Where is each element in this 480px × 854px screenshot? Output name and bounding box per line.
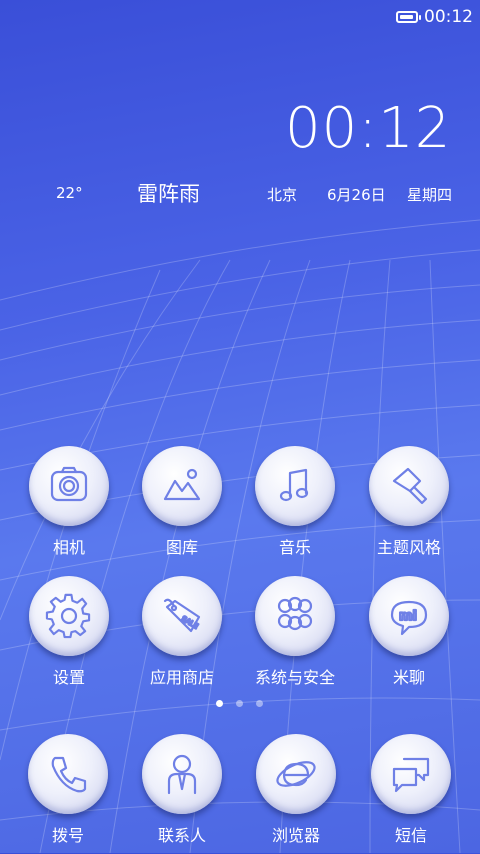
- app-store[interactable]: SALE 应用商店: [127, 576, 237, 696]
- gallery-icon: [163, 468, 201, 501]
- city: 北京: [267, 186, 298, 204]
- page-indicator[interactable]: [212, 700, 272, 708]
- app-themes[interactable]: 主题风格: [354, 446, 464, 566]
- weekday: 星期四: [407, 186, 453, 204]
- app-label: 拨号: [51, 826, 84, 845]
- status-bar: 00:12: [0, 0, 480, 36]
- system-security-folder-icon: [277, 596, 313, 631]
- camera-icon: [50, 466, 88, 502]
- app-label: 主题风格: [376, 538, 441, 557]
- app-settings[interactable]: 设置: [14, 576, 124, 696]
- dock-browser[interactable]: 浏览器: [241, 734, 351, 854]
- page-dot[interactable]: [236, 700, 243, 707]
- dock-contacts[interactable]: 联系人: [127, 734, 237, 854]
- app-miliao[interactable]: mi 米聊: [354, 576, 464, 696]
- app-label: 短信: [394, 826, 427, 845]
- app-label: 相机: [52, 538, 85, 557]
- date: 6月26日: [327, 186, 386, 204]
- weather-condition: 雷阵雨: [137, 182, 200, 206]
- app-label: 系统与安全: [254, 668, 335, 687]
- app-camera[interactable]: 相机: [14, 446, 124, 566]
- app-label: 联系人: [157, 826, 206, 845]
- messages-icon: [392, 757, 430, 793]
- app-label: 应用商店: [149, 668, 214, 687]
- phone-icon: [51, 756, 87, 793]
- temperature: 22°: [56, 184, 83, 202]
- app-gallery[interactable]: 图库: [127, 446, 237, 566]
- app-label: 音乐: [278, 538, 311, 557]
- music-icon: [279, 468, 309, 502]
- browser-icon: [276, 761, 316, 787]
- battery-icon: [396, 11, 421, 23]
- weather-widget[interactable]: 22° 雷阵雨 北京 6月26日 星期四: [0, 176, 480, 212]
- page-dot[interactable]: [256, 700, 263, 707]
- miliao-chat-icon: mi: [390, 600, 428, 636]
- clock-widget[interactable]: 00:12: [285, 96, 451, 161]
- theme-brush-icon: [392, 467, 428, 505]
- contacts-icon: [167, 754, 197, 795]
- app-music[interactable]: 音乐: [240, 446, 350, 566]
- app-label: 米聊: [392, 668, 425, 687]
- app-label: 图库: [165, 538, 198, 557]
- status-time: 00:12: [424, 7, 473, 27]
- settings-gear-icon: [45, 593, 91, 639]
- svg-text:mi: mi: [399, 609, 417, 624]
- app-system-security[interactable]: 系统与安全: [240, 576, 350, 696]
- page-dot[interactable]: [216, 700, 223, 707]
- app-store-tag-icon: SALE: [163, 598, 200, 633]
- app-label: 设置: [52, 668, 85, 687]
- dock-messages[interactable]: 短信: [356, 734, 466, 854]
- app-label: 浏览器: [271, 826, 320, 845]
- dock-phone[interactable]: 拨号: [13, 734, 123, 854]
